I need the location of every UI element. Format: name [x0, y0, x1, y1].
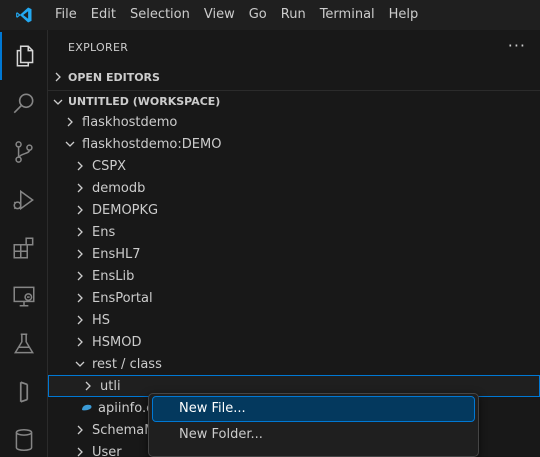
more-actions-icon[interactable]: ··· [508, 36, 526, 55]
tree-item-label: EnsPortal [92, 290, 153, 306]
chevron-down-icon [62, 136, 78, 152]
tree-item-enshl7[interactable]: EnsHL7 [48, 243, 540, 265]
objectscript-icon[interactable] [0, 368, 48, 416]
tree-item-label: apiinfo.c [98, 400, 154, 416]
tree-item-label: CSPX [92, 158, 127, 174]
chevron-right-icon [50, 69, 66, 85]
chevron-right-icon [72, 224, 88, 240]
chevron-right-icon [72, 246, 88, 262]
menu-edit[interactable]: Edit [84, 0, 123, 30]
tree-item-label: Ens [92, 224, 116, 240]
menu-selection[interactable]: Selection [123, 0, 197, 30]
chevron-right-icon [62, 114, 78, 130]
tree-item-flaskhostdemo[interactable]: flaskhostdemo [48, 111, 540, 133]
tree-item-label: EnsLib [92, 268, 135, 284]
chevron-right-icon [72, 158, 88, 174]
section-workspace-label: UNTITLED (WORKSPACE) [68, 95, 221, 108]
tree-item-demopkg[interactable]: DEMOPKG [48, 199, 540, 221]
tree-item-demodb[interactable]: demodb [48, 177, 540, 199]
chevron-right-icon [72, 422, 88, 438]
tree-item-hs[interactable]: HS [48, 309, 540, 331]
new-file-menu-item[interactable]: New File... [152, 396, 475, 422]
vscode-logo-icon [0, 0, 48, 30]
explorer-icon[interactable] [0, 32, 48, 80]
tree-item-label: DEMOPKG [92, 202, 159, 218]
remote-explorer-icon[interactable] [0, 272, 48, 320]
extensions-icon[interactable] [0, 224, 48, 272]
tree-item-label: HS [92, 312, 111, 328]
chevron-right-icon [72, 268, 88, 284]
context-menu: New File... New Folder... [148, 393, 479, 457]
chevron-right-icon [72, 180, 88, 196]
tree-item-label: EnsHL7 [92, 246, 141, 262]
menu-go[interactable]: Go [242, 0, 274, 30]
tree-item-ensportal[interactable]: EnsPortal [48, 287, 540, 309]
chevron-right-icon [72, 312, 88, 328]
search-icon[interactable] [0, 80, 48, 128]
chevron-down-icon [50, 94, 66, 110]
run-debug-icon[interactable] [0, 176, 48, 224]
section-open-editors-label: OPEN EDITORS [68, 70, 160, 84]
tree-item-enslib[interactable]: EnsLib [48, 265, 540, 287]
menu-help[interactable]: Help [382, 0, 426, 30]
chevron-down-icon [72, 356, 88, 372]
chevron-right-icon [72, 202, 88, 218]
tree-item-label: flaskhostdemo [82, 114, 178, 130]
chevron-right-icon [72, 334, 88, 350]
section-workspace[interactable]: UNTITLED (WORKSPACE) [48, 90, 540, 112]
tree-item-label: demodb [92, 180, 146, 196]
menu-file[interactable]: File [48, 0, 84, 30]
sidebar-header: EXPLORER [48, 30, 540, 65]
tree-item-label: rest / class [92, 356, 162, 372]
tree-item-label: SchemaM [92, 422, 156, 438]
tree-item-label: flaskhostdemo:DEMO [82, 136, 222, 152]
database-icon[interactable] [0, 416, 48, 457]
tree-item-cspx[interactable]: CSPX [48, 155, 540, 177]
menu-bar: File Edit Selection View Go Run Terminal… [0, 0, 540, 30]
menu-terminal[interactable]: Terminal [313, 0, 382, 30]
menu-view[interactable]: View [197, 0, 242, 30]
chevron-right-icon [80, 378, 96, 394]
tree-item-ens[interactable]: Ens [48, 221, 540, 243]
sidebar-title: EXPLORER [68, 41, 129, 54]
new-folder-menu-item[interactable]: New Folder... [153, 423, 474, 447]
tree-item-rest-class[interactable]: rest / class [48, 353, 540, 375]
chevron-right-icon [72, 444, 88, 457]
tree-item-label: User [92, 444, 122, 457]
tree-item-label: HSMOD [92, 334, 142, 350]
source-control-icon[interactable] [0, 128, 48, 176]
tree-item-flaskhostdemo-demo[interactable]: flaskhostdemo:DEMO [48, 133, 540, 155]
menu-run[interactable]: Run [274, 0, 313, 30]
objectscript-file-icon [80, 401, 94, 415]
section-open-editors[interactable]: OPEN EDITORS [48, 66, 540, 88]
tree-item-label: utli [100, 378, 121, 394]
tree-item-hsmod[interactable]: HSMOD [48, 331, 540, 353]
chevron-right-icon [72, 290, 88, 306]
activity-bar [0, 30, 48, 457]
testing-icon[interactable] [0, 320, 48, 368]
